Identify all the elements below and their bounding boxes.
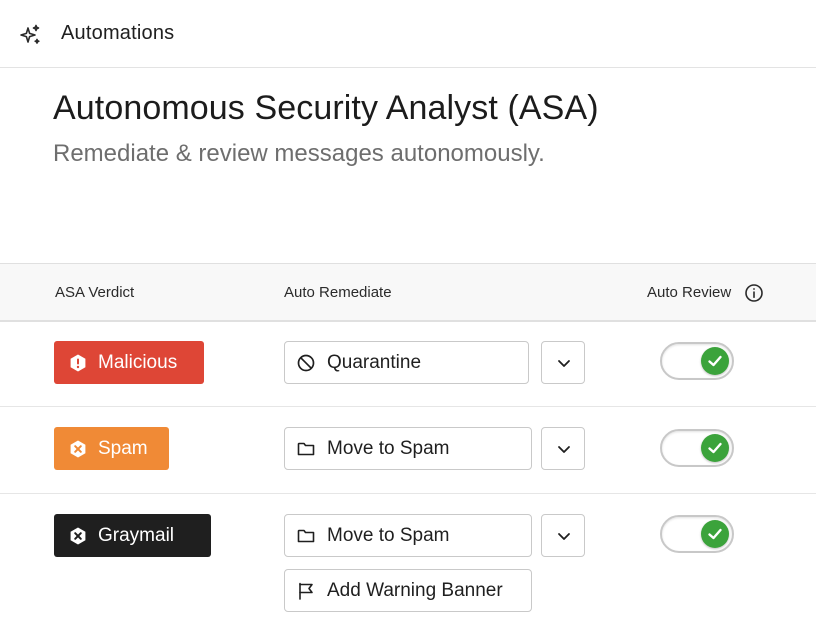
folder-icon	[297, 529, 315, 542]
verdict-badge-spam: Spam	[54, 427, 169, 470]
spam-icon	[70, 527, 86, 544]
table-row: Malicious Quarantine	[0, 323, 816, 407]
app-title: Automations	[61, 22, 175, 44]
chevron-down-icon	[558, 360, 570, 367]
warning-banner-value: Add Warning Banner	[327, 579, 503, 601]
check-icon	[708, 442, 722, 454]
auto-review-toggle[interactable]	[660, 429, 734, 467]
verdict-badge-malicious: Malicious	[54, 341, 204, 384]
auto-review-toggle[interactable]	[660, 342, 734, 380]
remediate-dropdown-button[interactable]	[541, 341, 585, 384]
check-icon	[708, 355, 722, 367]
flag-icon	[299, 582, 313, 600]
remediate-select-value: Quarantine	[327, 351, 422, 373]
page-title: Autonomous Security Analyst (ASA)	[53, 89, 599, 127]
toggle-knob	[701, 520, 729, 548]
folder-icon	[297, 442, 315, 455]
table-header: ASA Verdict Auto Remediate Auto Review	[0, 263, 816, 322]
spam-icon	[70, 440, 86, 457]
exclamation-icon	[70, 354, 86, 371]
table-row: Graymail Move to Spam Add Warning Banner	[0, 494, 816, 633]
remediate-dropdown-button[interactable]	[541, 514, 585, 557]
remediate-dropdown-button[interactable]	[541, 427, 585, 470]
column-header-verdict: ASA Verdict	[55, 284, 135, 301]
verdict-label: Graymail	[98, 524, 175, 546]
remediate-select[interactable]: Move to Spam	[284, 427, 532, 470]
remediate-select[interactable]: Move to Spam	[284, 514, 532, 557]
chevron-down-icon	[558, 533, 570, 540]
table-row: Spam Move to Spam	[0, 407, 816, 494]
remediate-select-value: Move to Spam	[327, 437, 450, 459]
verdict-badge-graymail: Graymail	[54, 514, 211, 557]
page-subtitle: Remediate & review messages autonomously…	[53, 140, 545, 167]
column-header-review: Auto Review	[647, 284, 732, 301]
check-icon	[708, 528, 722, 540]
sparkles-icon	[20, 24, 40, 44]
block-icon	[297, 354, 315, 371]
verdict-label: Malicious	[98, 351, 178, 373]
remediate-select-value: Move to Spam	[327, 524, 450, 546]
column-header-remediate: Auto Remediate	[284, 284, 392, 301]
remediate-select[interactable]: Quarantine	[284, 341, 529, 384]
auto-review-toggle[interactable]	[660, 515, 734, 553]
toggle-knob	[701, 347, 729, 375]
chevron-down-icon	[558, 446, 570, 453]
info-icon[interactable]	[744, 283, 764, 303]
warning-banner-select[interactable]: Add Warning Banner	[284, 569, 532, 612]
toggle-knob	[701, 434, 729, 462]
verdict-label: Spam	[98, 437, 148, 459]
top-bar: Automations	[0, 0, 816, 68]
